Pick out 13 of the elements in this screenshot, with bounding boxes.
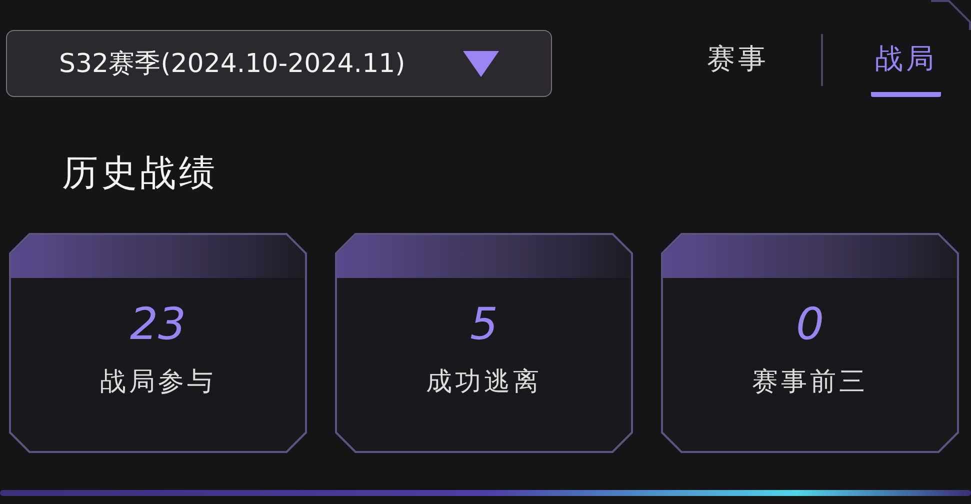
tab[interactable]: 战局 — [871, 32, 941, 97]
stat-value: 0 — [796, 300, 824, 350]
stat-value: 5 — [470, 300, 498, 350]
season-dropdown[interactable]: S32赛季(2024.10-2024.11) — [6, 30, 552, 97]
section-title: 历史战绩 — [62, 152, 219, 196]
tab[interactable]: 赛事 — [703, 32, 773, 97]
stat-value: 23 — [130, 300, 186, 350]
frame-corner — [931, 0, 971, 30]
stat-label: 赛事前三 — [752, 366, 868, 399]
stat-label: 战局参与 — [100, 366, 216, 399]
stat-label: 成功逃离 — [426, 366, 542, 399]
season-value: S32赛季(2024.10-2024.11) — [59, 48, 406, 81]
dropdown-arrow-icon — [463, 50, 499, 76]
